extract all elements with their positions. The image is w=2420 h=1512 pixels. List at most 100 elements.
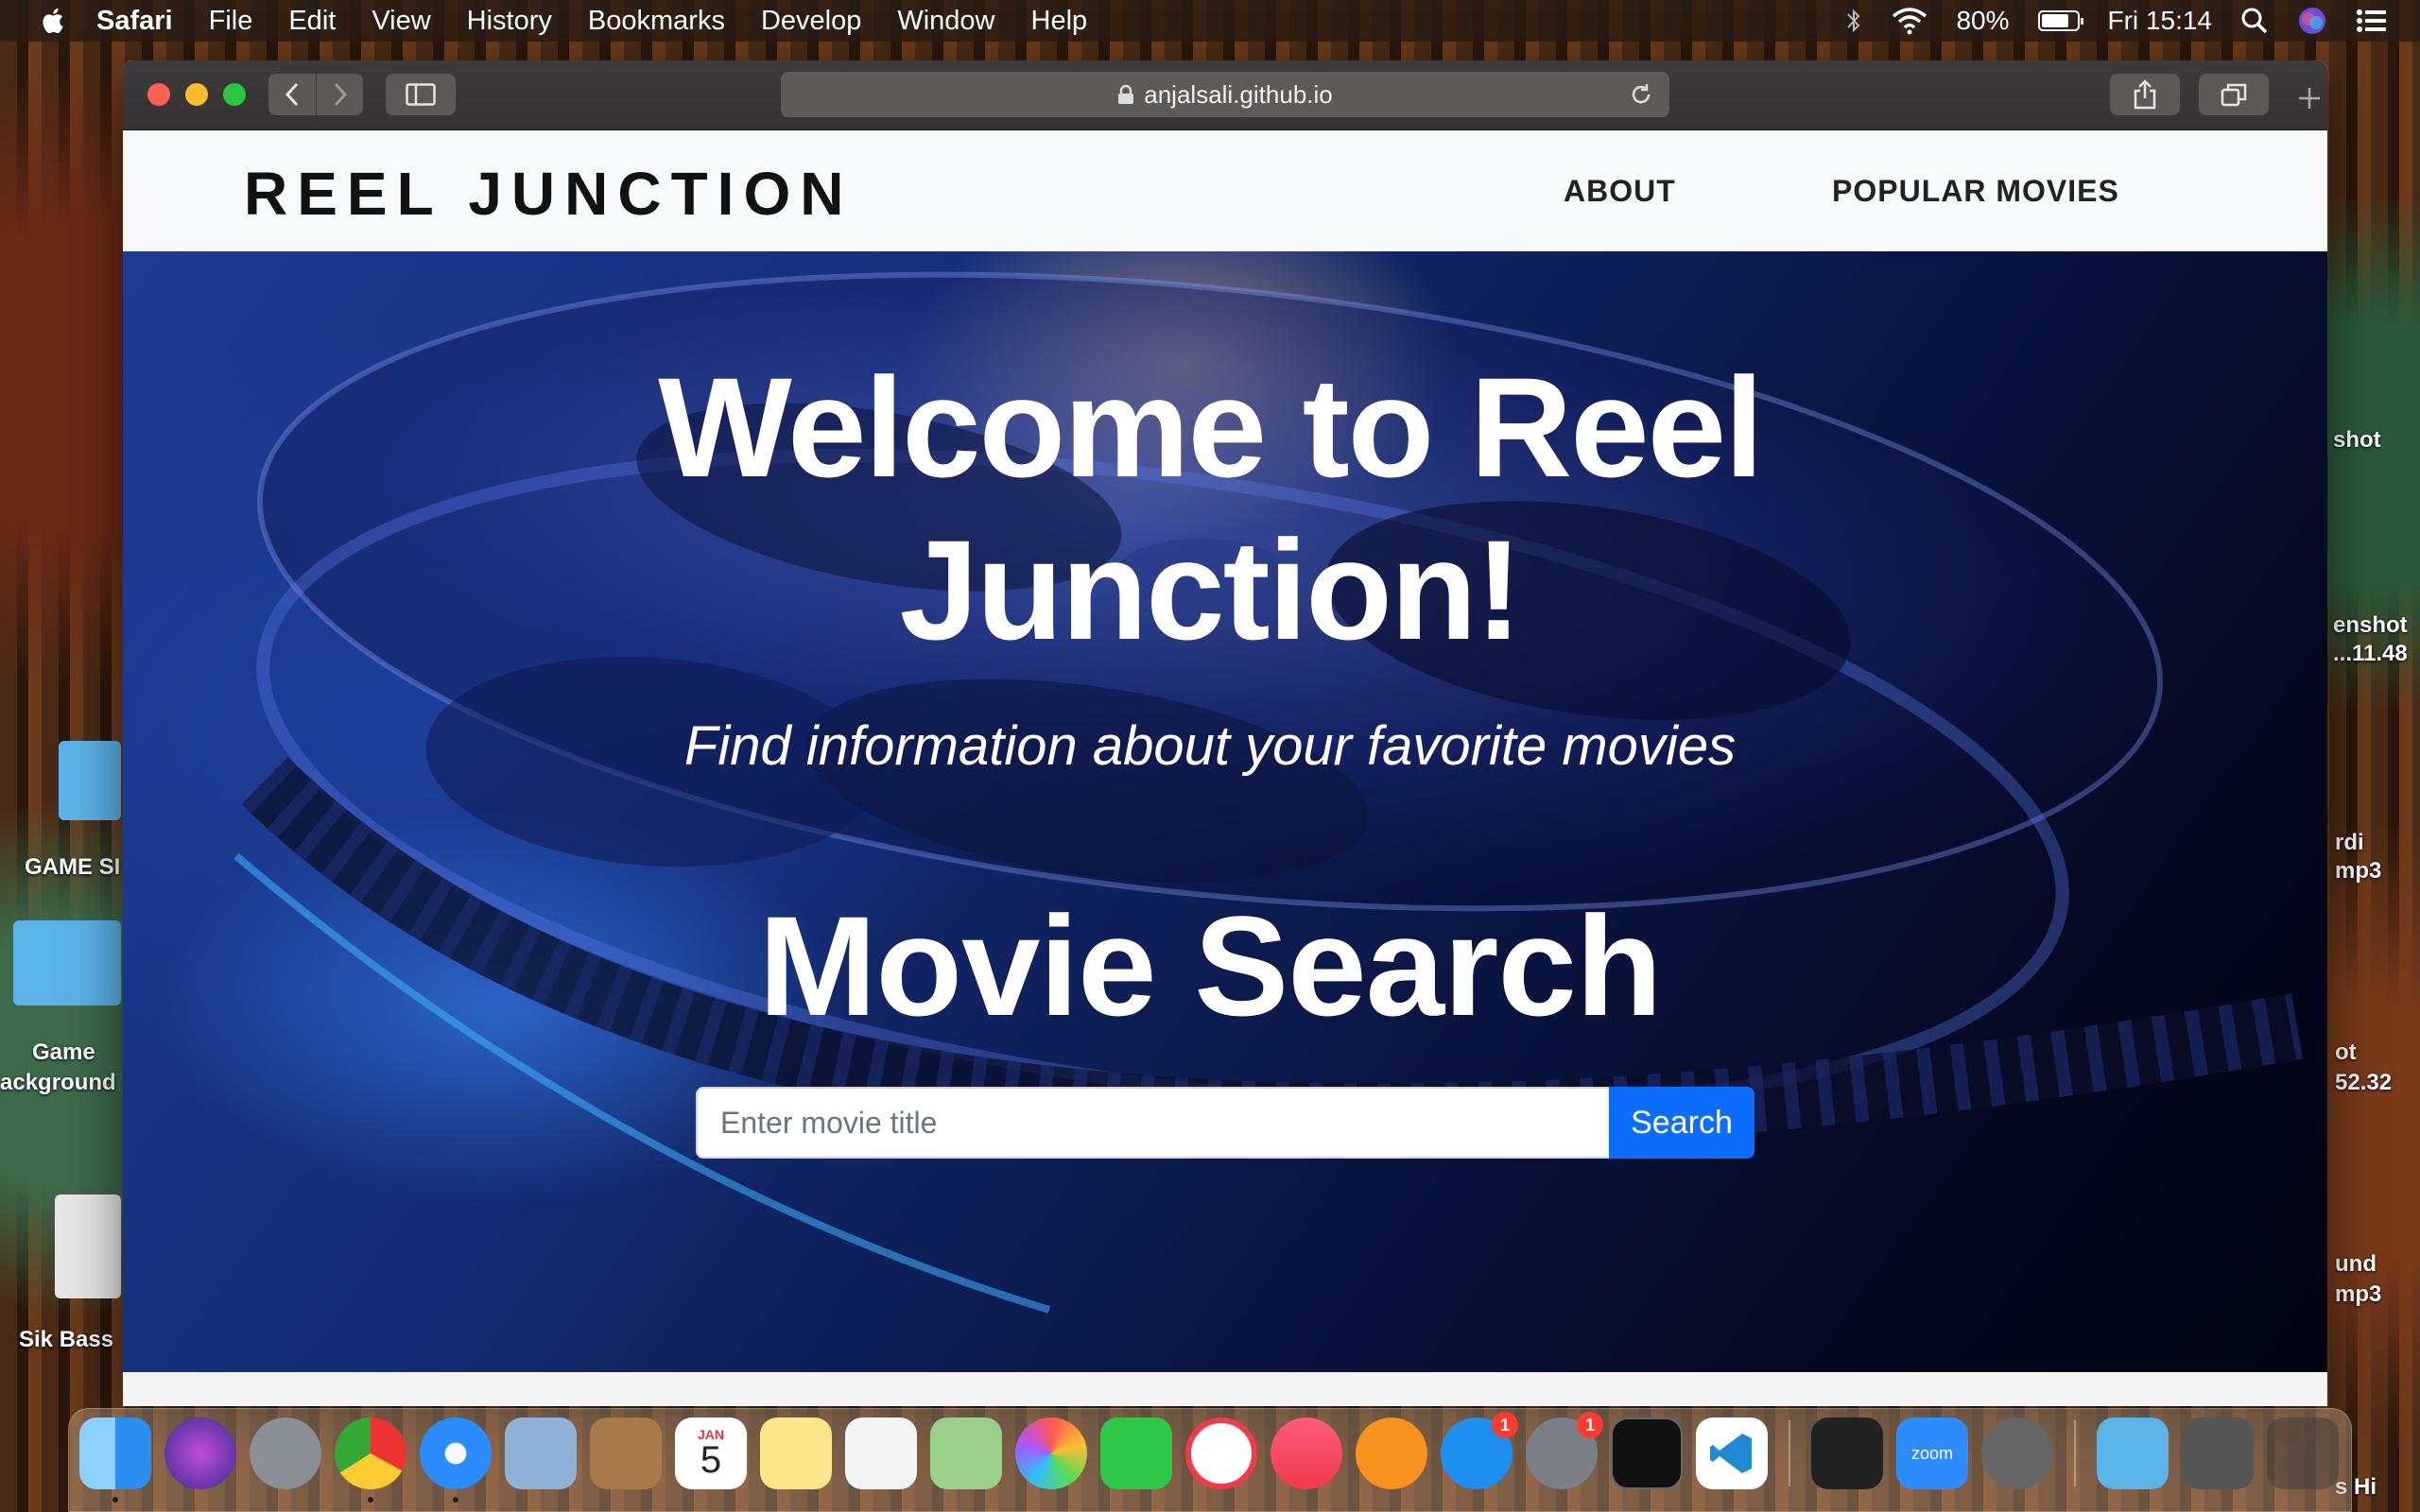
desktop-label-screenshot-2-time: ...11.48 xyxy=(2333,641,2408,666)
desktop-folder-game-background[interactable] xyxy=(13,920,121,1005)
chrome-icon[interactable] xyxy=(335,1418,406,1503)
new-tab-button[interactable] xyxy=(2297,83,2322,118)
system-preferences-icon[interactable]: 1 xyxy=(1526,1412,1603,1489)
desktop-label-screenshot-1: shot xyxy=(2333,427,2381,453)
safari-window: anjalsali.github.io REEL JUNCTION ABOUT … xyxy=(123,60,2327,1406)
vscode-icon[interactable] xyxy=(1696,1418,1768,1489)
launchpad-icon[interactable] xyxy=(250,1418,321,1489)
battery-icon[interactable] xyxy=(2037,10,2083,31)
notes-icon[interactable] xyxy=(760,1418,832,1489)
movie-title-input[interactable] xyxy=(696,1087,1609,1159)
menu-history[interactable]: History xyxy=(467,6,552,37)
siri-icon[interactable] xyxy=(2297,6,2327,36)
apple-icon[interactable] xyxy=(38,5,70,37)
desktop-label-screenshot-2: enshot xyxy=(2333,612,2408,638)
address-url: anjalsali.github.io xyxy=(1144,79,1333,109)
menu-bookmarks[interactable]: Bookmarks xyxy=(588,6,725,37)
site-brand-link[interactable]: REEL JUNCTION xyxy=(244,159,853,229)
tab-overview-button[interactable] xyxy=(2199,74,2269,115)
terminal-icon[interactable] xyxy=(1611,1418,1683,1489)
zoom-icon[interactable]: zoom xyxy=(1896,1418,1968,1489)
desktop-folder-game-si[interactable] xyxy=(59,741,121,820)
desktop-label-game: Game xyxy=(32,1040,95,1065)
menu-edit[interactable]: Edit xyxy=(288,6,336,37)
recent-stack-icon[interactable] xyxy=(2182,1418,2254,1489)
reload-icon[interactable] xyxy=(1628,81,1654,108)
page-footer-strip xyxy=(123,1372,2327,1406)
facetime-icon[interactable] xyxy=(1100,1418,1172,1489)
nav-link-popular-movies[interactable]: POPULAR MOVIES xyxy=(1832,174,2119,209)
share-icon xyxy=(2134,79,2156,110)
app-store-badge: 1 xyxy=(1492,1412,1518,1438)
sidebar-toggle-button[interactable] xyxy=(386,74,456,115)
plus-icon xyxy=(2299,88,2320,109)
trash-icon[interactable] xyxy=(2267,1418,2339,1489)
battery-percent: 80% xyxy=(1956,6,2010,35)
chevron-right-icon xyxy=(334,82,347,107)
chevron-left-icon xyxy=(285,82,299,107)
nav-link-about[interactable]: ABOUT xyxy=(1564,174,1676,209)
menu-develop[interactable]: Develop xyxy=(761,6,861,37)
siri-dock-icon[interactable] xyxy=(164,1418,236,1489)
window-zoom-button[interactable] xyxy=(223,83,246,106)
contacts-icon[interactable] xyxy=(590,1418,662,1489)
desktop-label-background: ackground xyxy=(0,1070,116,1095)
app-store-icon[interactable]: 1 xyxy=(1441,1412,1518,1489)
books-icon[interactable] xyxy=(1356,1418,1427,1489)
share-button[interactable] xyxy=(2110,74,2180,115)
desktop-label-game-si: GAME SI xyxy=(25,854,121,880)
desktop-label-file-3-ext: mp3 xyxy=(2335,858,2382,884)
menu-file[interactable]: File xyxy=(209,6,253,37)
sidebar-icon xyxy=(406,83,436,106)
browser-toolbar: anjalsali.github.io xyxy=(123,60,2327,130)
photos-icon[interactable] xyxy=(1015,1418,1087,1489)
window-controls xyxy=(147,83,246,106)
menu-help[interactable]: Help xyxy=(1031,6,1088,37)
menu-bar: Safari File Edit View History Bookmarks … xyxy=(0,0,2420,42)
hero-title: Welcome to Reel Junction! xyxy=(658,348,1764,669)
menu-window[interactable]: Window xyxy=(897,6,994,37)
bluetooth-icon[interactable] xyxy=(1844,7,1863,35)
dock-separator xyxy=(1789,1420,1790,1486)
calendar-icon[interactable]: JAN 5 xyxy=(675,1418,747,1489)
downloads-folder-icon[interactable] xyxy=(2097,1418,2169,1489)
desktop-file-sik-bass[interactable] xyxy=(55,1194,121,1298)
unity-hub-icon[interactable] xyxy=(1811,1418,1883,1489)
menu-clock[interactable]: Fri 15:14 xyxy=(2108,6,2213,36)
control-center-icon[interactable] xyxy=(2356,7,2388,35)
hero-subtitle: Find information about your favorite mov… xyxy=(683,715,1737,777)
calendar-day: 5 xyxy=(700,1439,722,1481)
news-icon[interactable] xyxy=(1185,1418,1257,1489)
running-indicator xyxy=(453,1497,458,1503)
finder-icon[interactable] xyxy=(79,1418,151,1503)
music-icon[interactable] xyxy=(1270,1418,1342,1489)
maps-icon[interactable] xyxy=(930,1418,1002,1489)
reminders-icon[interactable] xyxy=(845,1418,917,1489)
search-button[interactable]: Search xyxy=(1609,1087,1754,1159)
history-nav-group xyxy=(268,74,363,115)
safari-icon[interactable] xyxy=(420,1418,492,1503)
lock-icon xyxy=(1118,84,1134,104)
forward-button[interactable] xyxy=(316,74,363,115)
movie-search-form: Search xyxy=(696,1087,1754,1159)
running-indicator xyxy=(368,1497,373,1503)
window-close-button[interactable] xyxy=(147,83,170,106)
logic-icon[interactable] xyxy=(1981,1418,2053,1489)
back-button[interactable] xyxy=(268,74,316,115)
menu-app-safari[interactable]: Safari xyxy=(96,6,173,37)
running-indicator xyxy=(112,1497,118,1503)
hero-section: Welcome to Reel Junction! Find informati… xyxy=(123,251,2327,1372)
system-preferences-badge: 1 xyxy=(1577,1412,1603,1438)
movie-search-heading: Movie Search xyxy=(758,886,1662,1045)
address-bar[interactable]: anjalsali.github.io xyxy=(781,72,1669,117)
site-navbar: REEL JUNCTION ABOUT POPULAR MOVIES xyxy=(123,130,2327,251)
mail-icon[interactable] xyxy=(505,1418,577,1489)
desktop-label-file-3: rdi xyxy=(2335,830,2364,855)
wifi-icon[interactable] xyxy=(1892,7,1927,35)
window-minimize-button[interactable] xyxy=(185,83,208,106)
tabs-icon xyxy=(2221,83,2247,107)
menu-view[interactable]: View xyxy=(372,6,430,37)
dock-icons: JAN 5 1 1 zoom xyxy=(79,1412,2339,1503)
vscode-logo-icon xyxy=(1710,1434,1752,1473)
spotlight-search-icon[interactable] xyxy=(2240,7,2269,35)
